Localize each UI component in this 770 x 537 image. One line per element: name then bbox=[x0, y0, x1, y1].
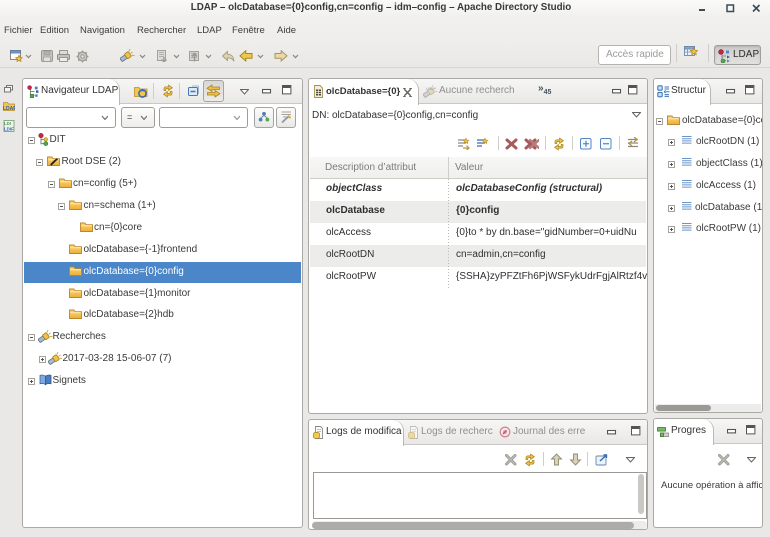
svg-text:LDIF: LDIF bbox=[4, 126, 14, 131]
svg-text:LDAP: LDAP bbox=[426, 87, 436, 91]
svg-text:LDI: LDI bbox=[4, 121, 11, 126]
svg-text:LDAP: LDAP bbox=[3, 106, 15, 111]
